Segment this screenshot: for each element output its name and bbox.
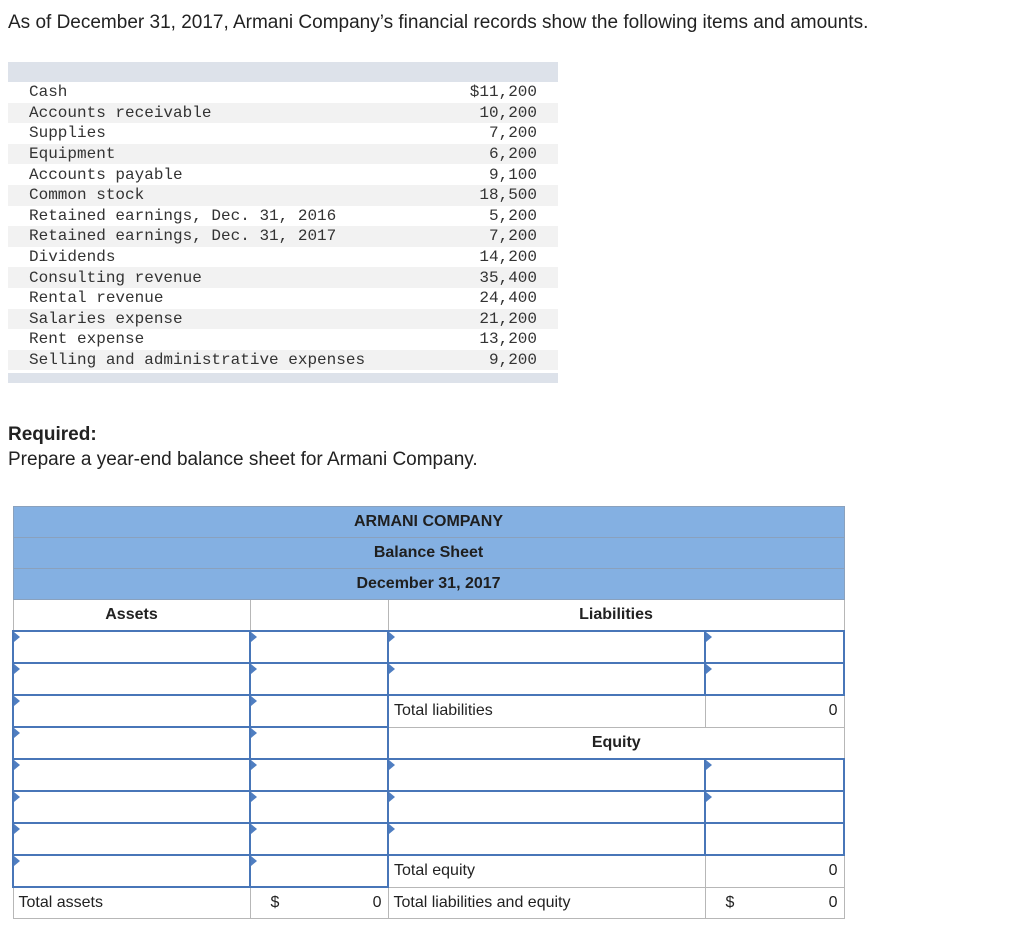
asset-amount-input[interactable] (249, 662, 389, 696)
list-header-bar (8, 62, 558, 82)
asset-amount-input[interactable] (249, 694, 389, 728)
list-item: Rent expense 13,200 (8, 329, 558, 350)
item-label: Supplies (29, 124, 106, 143)
asset-amount-input[interactable] (249, 854, 389, 888)
total-assets-value: 0 (372, 894, 382, 911)
item-label: Common stock (29, 186, 145, 205)
item-value: 5,200 (488, 206, 537, 225)
assets-header: Assets (12, 599, 251, 632)
list-item: Rental revenue 24,400 (8, 288, 558, 309)
item-value: 9,200 (488, 351, 537, 370)
asset-amount-input[interactable] (249, 630, 389, 664)
asset-account-select[interactable] (12, 662, 251, 696)
asset-amount-input[interactable] (249, 758, 389, 792)
equity-account-select[interactable] (387, 790, 706, 824)
total-liabilities-equity-cell: $ 0 (704, 886, 845, 919)
item-label: Salaries expense (29, 309, 183, 328)
list-item: Cash $11,200 (8, 82, 558, 103)
list-item: Equipment 6,200 (8, 143, 558, 165)
list-item: Common stock 18,500 (8, 184, 558, 206)
liability-account-select[interactable] (387, 630, 706, 664)
liabilities-header: Liabilities (387, 599, 845, 632)
item-value: 14,200 (479, 248, 537, 267)
item-value: 35,400 (479, 268, 537, 287)
item-label: Selling and administrative expenses (29, 351, 366, 370)
asset-amount-input[interactable] (249, 726, 389, 760)
list-item: Retained earnings, Dec. 31, 2016 5,200 (8, 206, 558, 227)
item-label: Consulting revenue (29, 268, 202, 287)
asset-amount-input[interactable] (249, 822, 389, 856)
item-label: Cash (29, 83, 68, 102)
item-label: Dividends (29, 248, 116, 267)
balance-sheet-table: ARMANI COMPANY Balance Sheet December 31… (12, 506, 846, 919)
list-item: Dividends 14,200 (8, 247, 558, 268)
total-equity-label: Total equity (387, 854, 706, 888)
liability-amount-input[interactable] (703, 662, 846, 696)
total-assets-cell: $ 0 (249, 886, 389, 919)
asset-account-select[interactable] (12, 854, 251, 888)
company-name: ARMANI COMPANY (12, 506, 845, 538)
asset-amount-input[interactable] (249, 790, 389, 824)
item-value: 10,200 (479, 103, 537, 122)
item-value: 13,200 (479, 330, 537, 349)
item-label: Accounts receivable (29, 103, 212, 122)
item-label: Retained earnings, Dec. 31, 2016 (29, 206, 337, 225)
required-text: Prepare a year-end balance sheet for Arm… (8, 449, 478, 470)
list-footer-bar (8, 373, 558, 384)
list-item: Accounts payable 9,100 (8, 164, 558, 185)
item-value: 18,500 (479, 186, 537, 205)
sheet-date: December 31, 2017 (12, 568, 845, 600)
total-liabilities-equity-dollar-sign: $ (725, 893, 735, 911)
assets-header-blank (249, 599, 389, 632)
sheet-title: Balance Sheet (12, 537, 845, 569)
asset-account-select[interactable] (12, 630, 251, 664)
item-value: 9,100 (488, 165, 537, 184)
equity-account-select[interactable] (387, 822, 706, 856)
list-item: Accounts receivable 10,200 (8, 102, 558, 124)
equity-amount-input[interactable] (703, 822, 846, 856)
liability-account-select[interactable] (387, 662, 706, 696)
financial-items-list: Cash $11,200 Accounts receivable 10,200 Supp… (8, 62, 558, 384)
total-liabilities-equity-value: 0 (828, 893, 838, 911)
item-label: Accounts payable (29, 165, 183, 184)
item-value: $11,200 (469, 83, 537, 102)
asset-account-select[interactable] (12, 822, 251, 856)
list-item: Selling and administrative expenses 9,200 (8, 349, 558, 371)
list-item: Consulting revenue 35,400 (8, 267, 558, 288)
total-liabilities-equity-label: Total liabilities and equity (387, 886, 706, 919)
list-item: Supplies 7,200 (8, 123, 558, 144)
list-rows: Cash $11,200 Accounts receivable 10,200 Supp… (8, 82, 558, 371)
asset-account-select[interactable] (12, 694, 251, 728)
equity-amount-input[interactable] (703, 758, 846, 792)
total-assets-dollar-sign: $ (270, 894, 280, 911)
asset-account-select[interactable] (12, 726, 251, 760)
item-label: Rent expense (29, 330, 145, 349)
liability-amount-input[interactable] (703, 630, 846, 664)
item-value: 7,200 (488, 227, 537, 246)
asset-account-select[interactable] (12, 790, 251, 824)
item-value: 24,400 (479, 289, 537, 308)
total-liabilities-label: Total liabilities (387, 694, 706, 728)
equity-account-select[interactable] (387, 758, 706, 792)
item-value: 7,200 (488, 124, 537, 143)
intro-text: As of December 31, 2017, Armani Company’… (8, 12, 869, 33)
list-item: Retained earnings, Dec. 31, 2017 7,200 (8, 226, 558, 247)
item-label: Rental revenue (29, 289, 164, 308)
equity-amount-input[interactable] (703, 790, 846, 824)
list-item: Salaries expense 21,200 (8, 308, 558, 330)
item-label: Equipment (29, 145, 116, 164)
item-label: Retained earnings, Dec. 31, 2017 (29, 227, 337, 246)
asset-account-select[interactable] (12, 758, 251, 792)
total-equity-value: 0 (704, 854, 845, 888)
item-value: 6,200 (488, 145, 537, 164)
required-title: Required: (8, 424, 97, 445)
item-value: 21,200 (479, 309, 537, 328)
equity-header: Equity (387, 726, 845, 760)
total-assets-label: Total assets (12, 886, 251, 919)
total-liabilities-value: 0 (704, 694, 845, 728)
